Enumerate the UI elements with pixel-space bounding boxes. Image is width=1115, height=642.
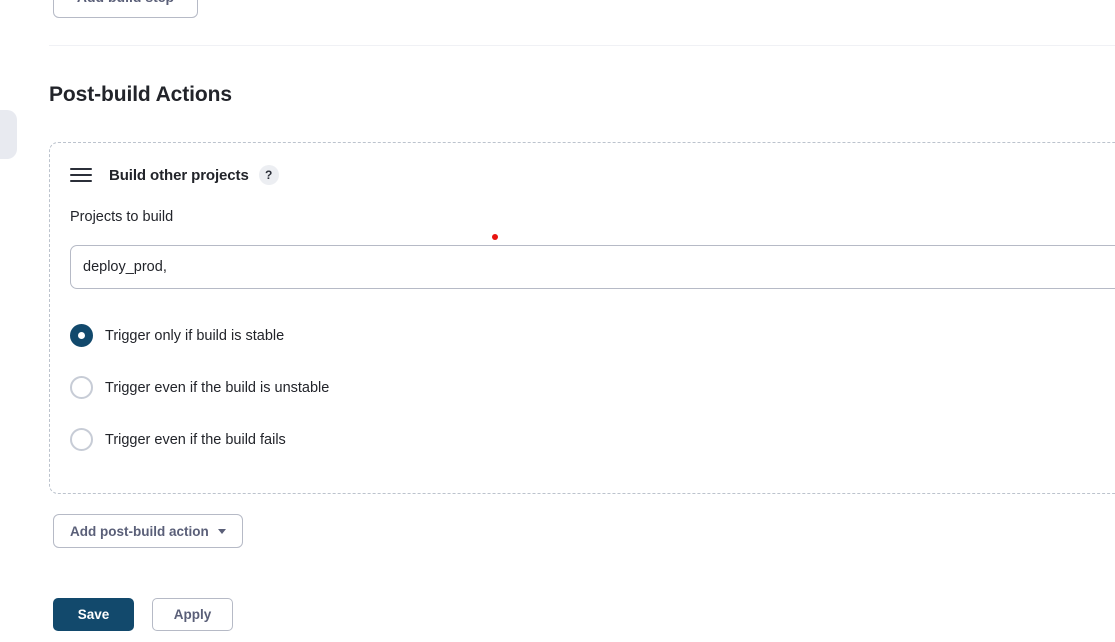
post-build-action-card: Build other projects ? Projects to build… [49,142,1115,494]
radio-label: Trigger even if the build is unstable [105,379,330,396]
radio-trigger-even-if-unstable[interactable]: Trigger even if the build is unstable [70,376,329,399]
add-post-build-action-label: Add post-build action [70,523,209,539]
save-button[interactable]: Save [53,598,134,631]
apply-button[interactable]: Apply [152,598,233,631]
radio-label: Trigger only if build is stable [105,327,285,344]
post-build-action-title: Build other projects [109,166,249,184]
radio-mark-icon [70,376,93,399]
page-title: Post-build Actions [49,83,232,106]
radio-trigger-only-if-stable[interactable]: Trigger only if build is stable [70,324,284,347]
post-build-action-header: Build other projects ? [70,165,279,185]
section-divider [49,45,1115,46]
collapsed-side-panel-tab[interactable] [0,110,17,159]
add-build-step-label: Add build step [77,0,174,5]
radio-label: Trigger even if the build fails [105,431,286,448]
add-build-step-button[interactable]: Add build step [53,0,198,18]
chevron-down-icon [217,528,226,534]
hamburger-drag-icon[interactable] [70,168,92,182]
radio-mark-icon [70,428,93,451]
help-icon[interactable]: ? [258,165,279,185]
projects-to-build-label: Projects to build [70,209,174,225]
radio-trigger-even-if-fails[interactable]: Trigger even if the build fails [70,428,286,451]
cursor-pointer-dot [492,234,498,240]
add-post-build-action-button[interactable]: Add post-build action [53,514,243,548]
projects-to-build-input[interactable] [70,245,1115,289]
radio-mark-icon [70,324,93,347]
